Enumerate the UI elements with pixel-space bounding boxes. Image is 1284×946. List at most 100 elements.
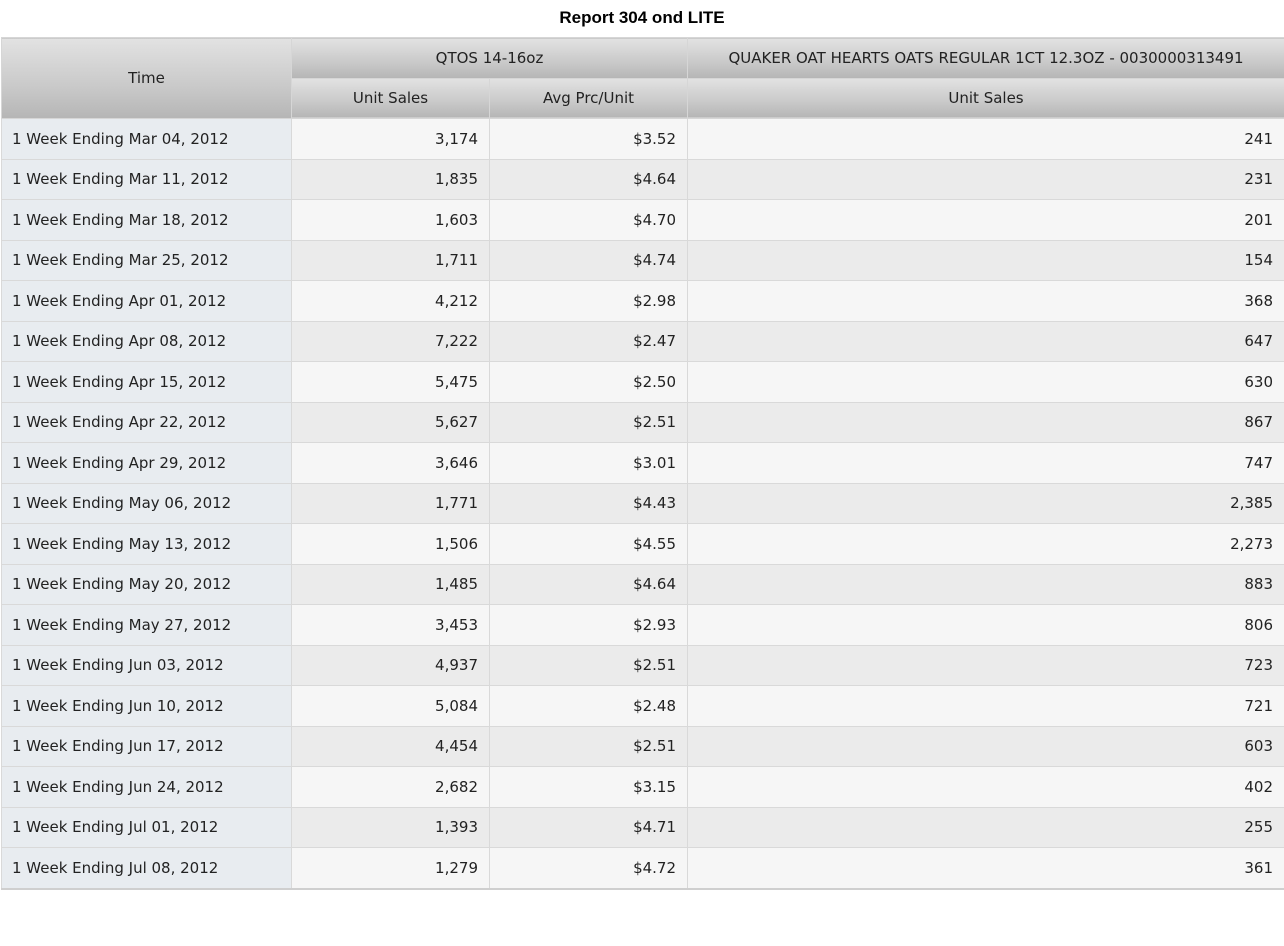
time-cell: 1 Week Ending Mar 18, 2012 [1,199,292,241]
avg-prc-unit-cell: $4.43 [488,482,689,524]
time-cell: 1 Week Ending Jun 17, 2012 [1,725,292,767]
unit-sales-qtos-cell: 1,603 [291,199,490,241]
time-cell: 1 Week Ending Jul 08, 2012 [1,847,292,890]
unit-sales-qtos-cell: 5,627 [291,401,490,443]
time-cell: 1 Week Ending May 20, 2012 [1,563,292,605]
table-row: 1 Week Ending May 13, 2012 1,506 $4.55 2,27… [1,523,1284,565]
table-body: 1 Week Ending Mar 04, 2012 3,174 $3.52 241 1… [1,118,1284,890]
time-cell: 1 Week Ending Mar 25, 2012 [1,239,292,281]
time-cell: 1 Week Ending May 06, 2012 [1,482,292,524]
table-row: 1 Week Ending Mar 11, 2012 1,835 $4.64 231 [1,158,1284,200]
unit-sales-quaker-cell: 361 [687,847,1284,890]
column-header-time[interactable]: Time [1,37,292,119]
time-cell: 1 Week Ending May 27, 2012 [1,604,292,646]
column-header-unit-sales-quaker[interactable]: Unit Sales [687,77,1284,119]
avg-prc-unit-cell: $4.70 [488,199,689,241]
avg-prc-unit-cell: $3.01 [488,442,689,484]
time-cell: 1 Week Ending Jun 10, 2012 [1,685,292,727]
time-cell: 1 Week Ending Jun 03, 2012 [1,644,292,686]
time-cell: 1 Week Ending Mar 11, 2012 [1,158,292,200]
unit-sales-quaker-cell: 201 [687,199,1284,241]
time-cell: 1 Week Ending Jul 01, 2012 [1,806,292,848]
unit-sales-qtos-cell: 1,393 [291,806,490,848]
unit-sales-quaker-cell: 747 [687,442,1284,484]
time-cell: 1 Week Ending Apr 29, 2012 [1,442,292,484]
unit-sales-quaker-cell: 2,385 [687,482,1284,524]
time-cell: 1 Week Ending May 13, 2012 [1,523,292,565]
unit-sales-quaker-cell: 883 [687,563,1284,605]
unit-sales-qtos-cell: 4,212 [291,280,490,322]
time-cell: 1 Week Ending Apr 15, 2012 [1,361,292,403]
avg-prc-unit-cell: $4.64 [488,158,689,200]
unit-sales-quaker-cell: 721 [687,685,1284,727]
unit-sales-qtos-cell: 1,279 [291,847,490,890]
avg-prc-unit-cell: $4.64 [488,563,689,605]
table-row: 1 Week Ending Mar 18, 2012 1,603 $4.70 201 [1,199,1284,241]
avg-prc-unit-cell: $2.51 [488,644,689,686]
avg-prc-unit-cell: $2.93 [488,604,689,646]
table-row: 1 Week Ending Apr 29, 2012 3,646 $3.01 747 [1,442,1284,484]
report-table: Time QTOS 14-16oz QUAKER OAT HEARTS OATS… [1,37,1284,890]
table-header: Time QTOS 14-16oz QUAKER OAT HEARTS OATS… [1,37,1284,119]
unit-sales-qtos-cell: 1,506 [291,523,490,565]
avg-prc-unit-cell: $2.98 [488,280,689,322]
unit-sales-qtos-cell: 4,454 [291,725,490,767]
avg-prc-unit-cell: $4.72 [488,847,689,890]
group-header-qtos[interactable]: QTOS 14-16oz [290,37,689,79]
table-row: 1 Week Ending May 27, 2012 3,453 $2.93 806 [1,604,1284,646]
table-row: 1 Week Ending Mar 04, 2012 3,174 $3.52 241 [1,118,1284,160]
unit-sales-quaker-cell: 368 [687,280,1284,322]
unit-sales-qtos-cell: 1,835 [291,158,490,200]
unit-sales-qtos-cell: 3,646 [291,442,490,484]
unit-sales-quaker-cell: 647 [687,320,1284,362]
unit-sales-qtos-cell: 3,174 [291,118,490,160]
column-header-avg-prc-unit[interactable]: Avg Prc/Unit [488,77,689,119]
unit-sales-qtos-cell: 3,453 [291,604,490,646]
table-row: 1 Week Ending Apr 08, 2012 7,222 $2.47 647 [1,320,1284,362]
unit-sales-quaker-cell: 402 [687,766,1284,808]
unit-sales-quaker-cell: 255 [687,806,1284,848]
header-row-groups: Time QTOS 14-16oz QUAKER OAT HEARTS OATS… [1,37,1284,119]
time-cell: 1 Week Ending Jun 24, 2012 [1,766,292,808]
unit-sales-quaker-cell: 806 [687,604,1284,646]
table-row: 1 Week Ending Jul 08, 2012 1,279 $4.72 361 [1,847,1284,890]
table-row: 1 Week Ending Jun 24, 2012 2,682 $3.15 402 [1,766,1284,808]
column-header-unit-sales-qtos[interactable]: Unit Sales [291,77,490,119]
avg-prc-unit-cell: $3.15 [488,766,689,808]
avg-prc-unit-cell: $4.74 [488,239,689,281]
time-cell: 1 Week Ending Apr 01, 2012 [1,280,292,322]
avg-prc-unit-cell: $2.48 [488,685,689,727]
unit-sales-quaker-cell: 867 [687,401,1284,443]
table-row: 1 Week Ending Mar 25, 2012 1,711 $4.74 154 [1,239,1284,281]
unit-sales-qtos-cell: 5,084 [291,685,490,727]
unit-sales-quaker-cell: 154 [687,239,1284,281]
avg-prc-unit-cell: $3.52 [488,118,689,160]
avg-prc-unit-cell: $2.50 [488,361,689,403]
table-row: 1 Week Ending Jul 01, 2012 1,393 $4.71 255 [1,806,1284,848]
time-cell: 1 Week Ending Apr 22, 2012 [1,401,292,443]
table-row: 1 Week Ending Apr 22, 2012 5,627 $2.51 867 [1,401,1284,443]
time-cell: 1 Week Ending Apr 08, 2012 [1,320,292,362]
table-row: 1 Week Ending Jun 10, 2012 5,084 $2.48 721 [1,685,1284,727]
unit-sales-quaker-cell: 2,273 [687,523,1284,565]
time-cell: 1 Week Ending Mar 04, 2012 [1,118,292,160]
unit-sales-quaker-cell: 630 [687,361,1284,403]
table-row: 1 Week Ending Apr 15, 2012 5,475 $2.50 630 [1,361,1284,403]
table-row: 1 Week Ending Jun 03, 2012 4,937 $2.51 723 [1,644,1284,686]
avg-prc-unit-cell: $2.47 [488,320,689,362]
unit-sales-quaker-cell: 231 [687,158,1284,200]
unit-sales-qtos-cell: 7,222 [291,320,490,362]
table-row: 1 Week Ending May 20, 2012 1,485 $4.64 883 [1,563,1284,605]
unit-sales-qtos-cell: 1,771 [291,482,490,524]
table-row: 1 Week Ending Jun 17, 2012 4,454 $2.51 603 [1,725,1284,767]
unit-sales-quaker-cell: 241 [687,118,1284,160]
unit-sales-qtos-cell: 1,711 [291,239,490,281]
avg-prc-unit-cell: $4.71 [488,806,689,848]
unit-sales-qtos-cell: 5,475 [291,361,490,403]
group-header-quaker-oat-hearts[interactable]: QUAKER OAT HEARTS OATS REGULAR 1CT 12.3O… [687,37,1284,79]
avg-prc-unit-cell: $2.51 [488,401,689,443]
unit-sales-quaker-cell: 723 [687,644,1284,686]
unit-sales-qtos-cell: 2,682 [291,766,490,808]
table-row: 1 Week Ending May 06, 2012 1,771 $4.43 2,38… [1,482,1284,524]
avg-prc-unit-cell: $2.51 [488,725,689,767]
